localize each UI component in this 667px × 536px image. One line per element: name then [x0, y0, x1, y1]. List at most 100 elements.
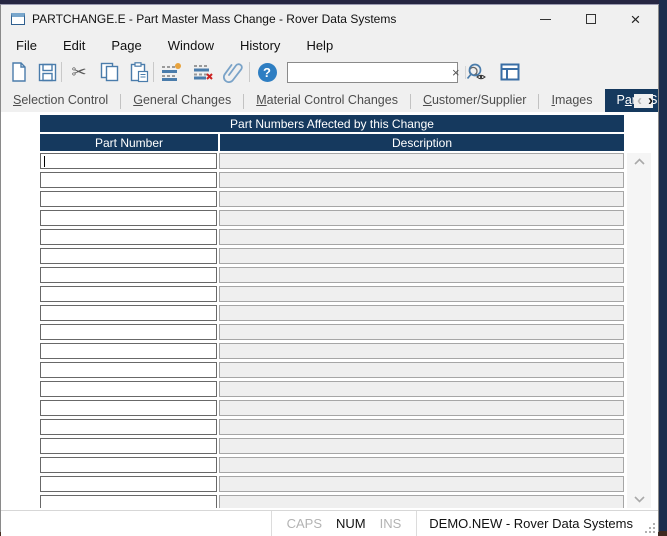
description-cell: [219, 457, 624, 473]
part-number-cell[interactable]: [40, 305, 217, 321]
part-number-cell[interactable]: [40, 495, 217, 508]
delete-row-icon: [193, 63, 214, 81]
part-number-cell[interactable]: [40, 324, 217, 340]
tab-bar: Selection Control General Changes Materi…: [1, 87, 658, 112]
menu-page[interactable]: Page: [98, 35, 154, 56]
menu-history[interactable]: History: [227, 35, 293, 56]
save-icon: [38, 63, 57, 82]
part-number-cell[interactable]: [40, 229, 217, 245]
session-label: DEMO.NEW - Rover Data Systems: [417, 516, 643, 531]
menu-file[interactable]: File: [3, 35, 50, 56]
insert-row-button[interactable]: [159, 60, 183, 84]
search-clear-icon[interactable]: ×: [447, 65, 465, 80]
menu-bar: File Edit Page Window History Help: [1, 33, 658, 57]
num-lock-indicator: NUM: [329, 516, 373, 531]
maximize-button[interactable]: [568, 5, 613, 33]
part-number-cell[interactable]: [40, 476, 217, 492]
part-number-cell[interactable]: [40, 210, 217, 226]
part-number-cell[interactable]: [40, 362, 217, 378]
scroll-down-icon[interactable]: [627, 491, 651, 508]
part-number-cell[interactable]: [40, 191, 217, 207]
desktop: PARTCHANGE.E - Part Master Mass Change -…: [0, 0, 667, 536]
insert-row-icon: [161, 63, 182, 81]
table-row: [40, 457, 624, 473]
column-header-part-number[interactable]: Part Number: [40, 134, 218, 151]
menu-window[interactable]: Window: [155, 35, 227, 56]
lookup-button[interactable]: [465, 60, 489, 84]
text-caret: [44, 156, 45, 167]
tab-scroll-right-icon[interactable]: ›: [648, 94, 653, 108]
paste-icon: [129, 62, 149, 83]
table-row: [40, 248, 624, 264]
desktop-edge-right: [659, 0, 667, 536]
tab-scroll-left-icon[interactable]: ‹: [637, 94, 642, 108]
part-number-cell[interactable]: [40, 153, 217, 169]
part-number-cell[interactable]: [40, 457, 217, 473]
part-number-cell[interactable]: [40, 172, 217, 188]
description-cell: [219, 400, 624, 416]
scroll-up-icon[interactable]: [627, 153, 651, 170]
toolbar-separator: [249, 62, 250, 82]
description-cell: [219, 210, 624, 226]
search-input[interactable]: [288, 64, 447, 81]
description-cell: [219, 495, 624, 508]
part-number-cell[interactable]: [40, 286, 217, 302]
minimize-icon: [540, 19, 551, 20]
search-box: ×: [287, 62, 458, 83]
table-row: [40, 229, 624, 245]
tab-customer-supplier[interactable]: Customer/Supplier: [411, 89, 539, 112]
table-body: [40, 153, 624, 508]
toolbar-separator: [61, 62, 62, 82]
app-icon: [11, 13, 25, 25]
parts-selected-page: Part Numbers Affected by this Change Par…: [1, 112, 658, 510]
lookup-preview-icon: [466, 62, 488, 82]
description-cell: [219, 153, 624, 169]
part-number-cell[interactable]: [40, 343, 217, 359]
table-row: [40, 362, 624, 378]
help-button[interactable]: ?: [255, 60, 279, 84]
description-cell: [219, 286, 624, 302]
toolbar-separator: [153, 62, 154, 82]
tab-scroll-buttons: ‹ ›: [634, 94, 653, 108]
column-header-description[interactable]: Description: [220, 134, 624, 151]
copy-button[interactable]: [97, 60, 121, 84]
description-cell: [219, 381, 624, 397]
part-number-cell[interactable]: [40, 438, 217, 454]
tab-material-control-changes[interactable]: Material Control Changes: [244, 89, 410, 112]
new-document-button[interactable]: [7, 60, 31, 84]
table-row: [40, 191, 624, 207]
tab-images[interactable]: Images: [539, 89, 604, 112]
description-cell: [219, 172, 624, 188]
description-cell: [219, 248, 624, 264]
title-bar: PARTCHANGE.E - Part Master Mass Change -…: [1, 5, 658, 33]
paste-button[interactable]: [127, 60, 151, 84]
menu-edit[interactable]: Edit: [50, 35, 98, 56]
lock-indicators: CAPS NUM INS: [272, 516, 417, 531]
description-cell: [219, 362, 624, 378]
vertical-scrollbar[interactable]: [627, 153, 651, 508]
table-row: [40, 153, 624, 169]
maximize-icon: [586, 14, 596, 24]
close-button[interactable]: ×: [613, 5, 658, 33]
attachments-button[interactable]: [221, 60, 245, 84]
menu-help[interactable]: Help: [293, 35, 346, 56]
delete-row-button[interactable]: [191, 60, 215, 84]
window-title: PARTCHANGE.E - Part Master Mass Change -…: [32, 12, 396, 26]
table-column-headers: Part Number Description: [40, 134, 624, 151]
description-cell: [219, 191, 624, 207]
save-button[interactable]: [35, 60, 59, 84]
status-bar: CAPS NUM INS DEMO.NEW - Rover Data Syste…: [1, 510, 658, 536]
part-number-cell[interactable]: [40, 419, 217, 435]
cut-button[interactable]: ✂: [67, 60, 91, 84]
part-number-cell[interactable]: [40, 248, 217, 264]
layout-view-button[interactable]: [498, 60, 522, 84]
part-number-cell[interactable]: [40, 381, 217, 397]
tab-general-changes[interactable]: General Changes: [121, 89, 243, 112]
tab-selection-control[interactable]: Selection Control: [1, 89, 120, 112]
resize-grip[interactable]: [643, 521, 656, 534]
table-row: [40, 476, 624, 492]
part-number-cell[interactable]: [40, 400, 217, 416]
minimize-button[interactable]: [523, 5, 568, 33]
table-row: [40, 172, 624, 188]
part-number-cell[interactable]: [40, 267, 217, 283]
